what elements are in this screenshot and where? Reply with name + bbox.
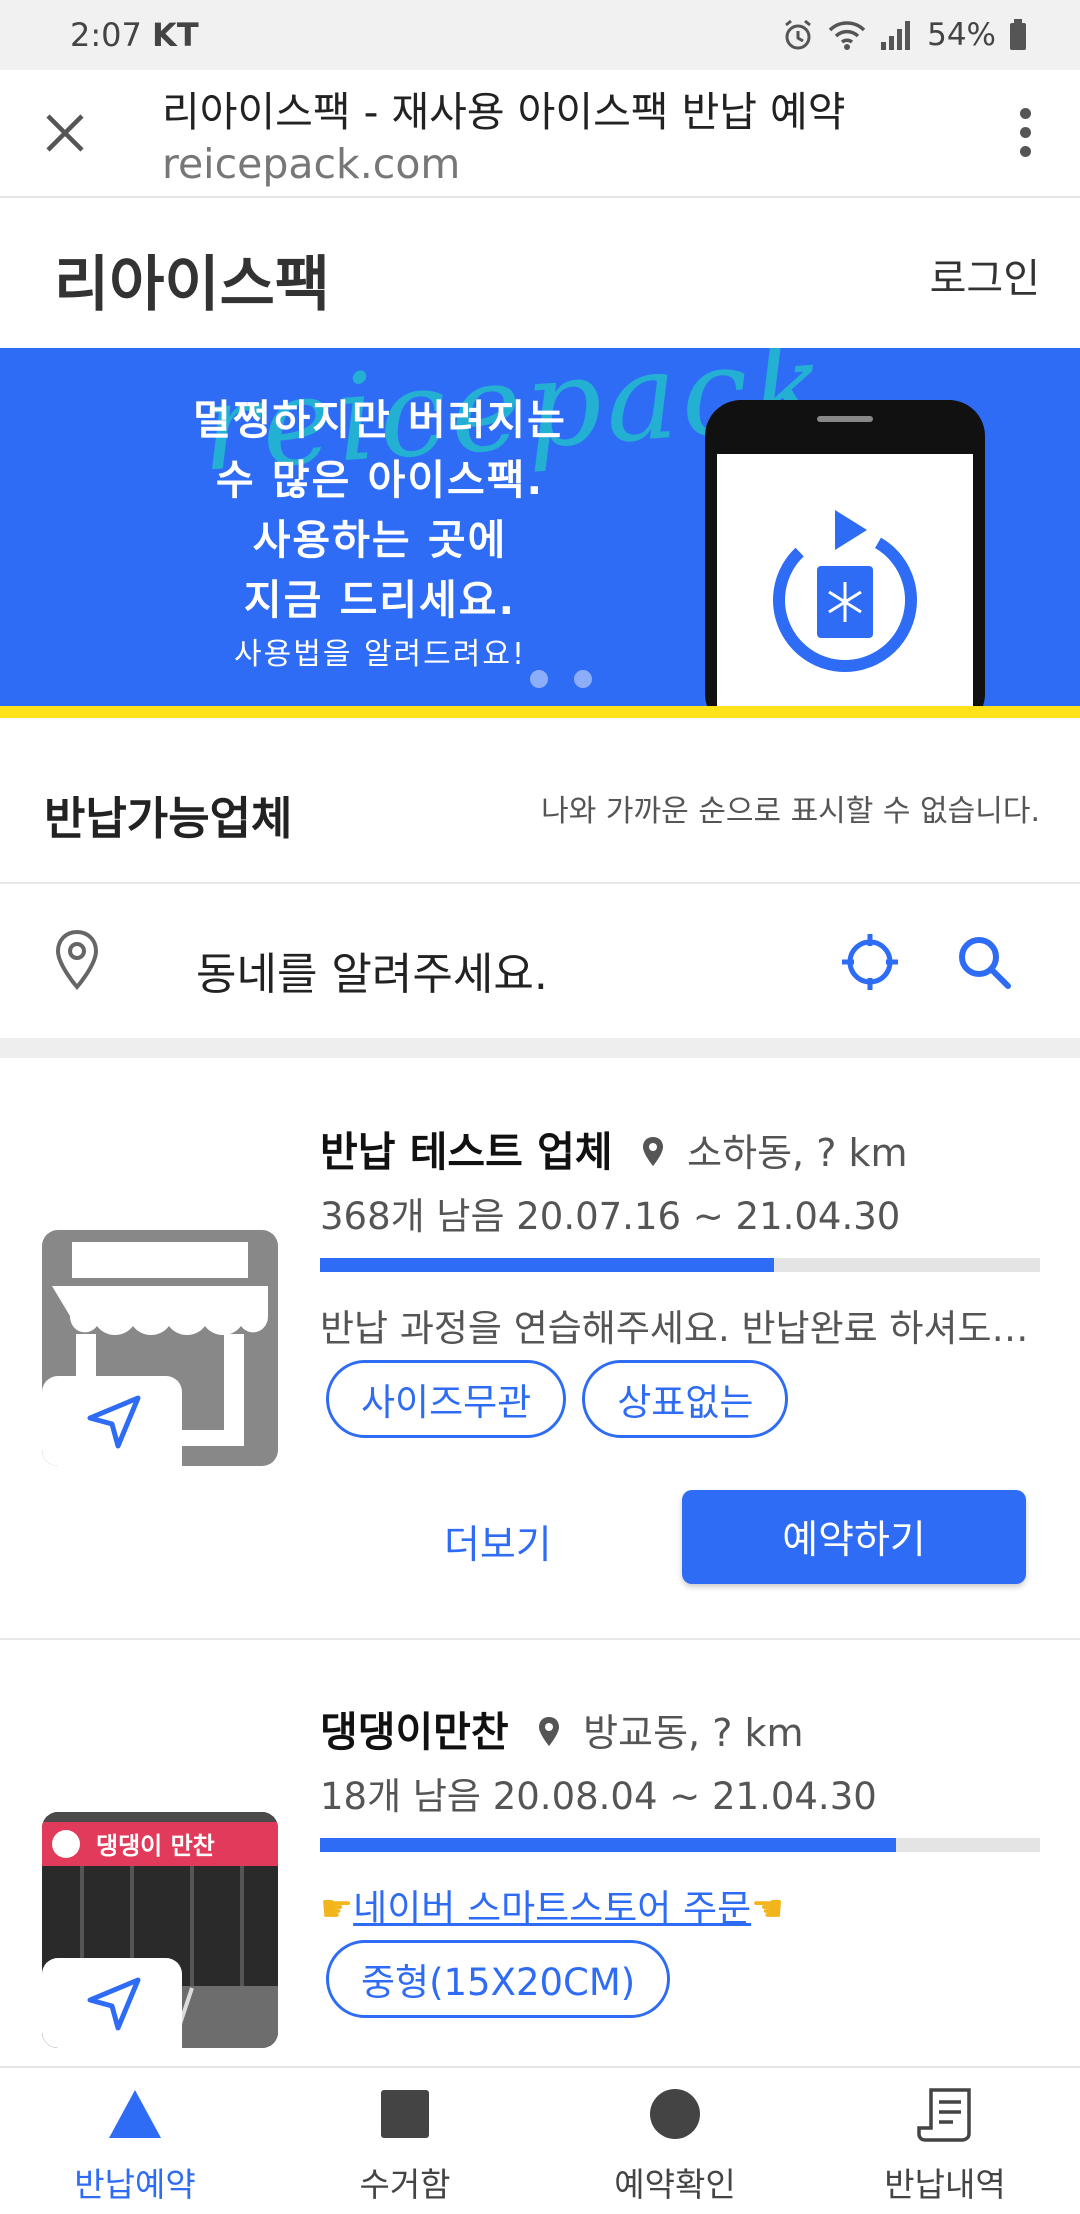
store-description: 반납 과정을 연습해주세요. 반납완료 하셔도… — [320, 1307, 1029, 1350]
store-card: 댕댕이 만찬 댕댕이만찬 방교동, ? km 18개 남음 20.08.04 ~… — [0, 1640, 1080, 2066]
bottom-navigation: 반납예약 수거함 예약확인 반납내역 — [0, 2066, 1080, 2214]
login-link[interactable]: 로그인 — [930, 246, 1040, 304]
circle-icon — [650, 2089, 700, 2139]
stock-info: 368개 남음 20.07.16 ~ 21.04.30 — [320, 1195, 901, 1238]
location-pin-icon — [55, 929, 99, 991]
section-note: 나와 가까운 순으로 표시할 수 없습니다. — [541, 794, 1040, 829]
tag-list: 중형(15X20CM) — [326, 1940, 671, 2018]
stock-info: 18개 남음 20.08.04 ~ 21.04.30 — [320, 1775, 877, 1818]
search-icon[interactable] — [954, 932, 1014, 992]
browser-top-bar: 리아이스팩 - 재사용 아이스팩 반납 예약 reicepack.com — [0, 70, 1080, 198]
more-button[interactable]: 더보기 — [444, 1514, 552, 1570]
banner-text: 멀쩡하지만 버려지는 수 많은 아이스팩. 사용하는 곳에 지금 드리세요. 사… — [193, 396, 567, 672]
tag-chip[interactable]: 사이즈무관 — [326, 1360, 567, 1438]
navigation-arrow-icon — [87, 1977, 141, 2031]
store-name[interactable]: 반납 테스트 업체 소하동, ? km — [320, 1118, 907, 1178]
tag-chip[interactable]: 중형(15X20CM) — [326, 1940, 671, 2018]
pin-icon — [642, 1137, 663, 1166]
store-image[interactable] — [42, 1230, 278, 1466]
store-name[interactable]: 댕댕이만찬 방교동, ? km — [320, 1698, 803, 1758]
more-menu-icon[interactable] — [1010, 108, 1040, 164]
wifi-icon — [828, 21, 866, 50]
section-title: 반납가능업체 — [44, 792, 293, 845]
location-search: 동네를 알려주세요. — [0, 886, 1080, 1038]
phone-illustration — [705, 400, 985, 718]
section-header: 반납가능업체 나와 가까운 순으로 표시할 수 없습니다. — [0, 730, 1080, 884]
store-location: 소하동, ? km — [687, 1131, 908, 1175]
store-location: 방교동, ? km — [583, 1711, 804, 1755]
directions-button[interactable] — [42, 1376, 182, 1466]
nav-reservation-check[interactable]: 예약확인 — [540, 2068, 810, 2214]
receipt-icon — [917, 2088, 971, 2142]
pointing-hand-icon: ☛ — [320, 1887, 354, 1930]
page-title: 리아이스팩 - 재사용 아이스팩 반납 예약 — [162, 88, 846, 136]
signal-icon — [881, 21, 911, 50]
close-icon[interactable] — [40, 108, 90, 158]
status-icons: 54% — [781, 17, 1028, 53]
promo-banner[interactable]: reicepack 멀쩡하지만 버려지는 수 많은 아이스팩. 사용하는 곳에 … — [0, 348, 1080, 718]
triangle-icon — [109, 2090, 161, 2138]
nav-return-reservation[interactable]: 반납예약 — [0, 2068, 270, 2214]
page-url: reicepack.com — [162, 140, 461, 188]
store-sign-text: 댕댕이 만찬 — [96, 1832, 215, 1860]
banner-pagination[interactable] — [530, 670, 592, 688]
current-location-icon[interactable] — [840, 932, 900, 992]
nav-collection-box[interactable]: 수거함 — [270, 2068, 540, 2214]
recycle-icepack-icon — [773, 510, 917, 672]
status-bar: 2:07 KT 54% — [0, 0, 1080, 70]
directions-button[interactable] — [42, 1958, 182, 2048]
pointing-hand-icon: ☛ — [751, 1887, 785, 1930]
stock-progress-bar — [320, 1258, 1040, 1272]
store-image[interactable]: 댕댕이 만찬 — [42, 1812, 278, 2048]
stock-progress-bar — [320, 1838, 1040, 1852]
store-card: 반납 테스트 업체 소하동, ? km 368개 남음 20.07.16 ~ 2… — [0, 1058, 1080, 1638]
site-header: 리아이스팩 로그인 — [0, 198, 1080, 348]
site-logo[interactable]: 리아이스팩 — [54, 236, 330, 323]
battery-percent: 54% — [927, 17, 996, 53]
navigation-arrow-icon — [87, 1395, 141, 1449]
pin-icon — [538, 1717, 559, 1746]
status-time: 2:07 KT — [70, 16, 199, 54]
section-gap — [0, 1038, 1080, 1058]
square-icon — [381, 2090, 429, 2138]
battery-icon — [1010, 19, 1026, 50]
banner-stripe — [0, 706, 1080, 718]
naver-store-link[interactable]: ☛네이버 스마트스토어 주문☛ — [320, 1878, 784, 1932]
tag-list: 사이즈무관 상표없는 — [326, 1360, 789, 1438]
nav-return-history[interactable]: 반납내역 — [810, 2068, 1080, 2214]
tag-chip[interactable]: 상표없는 — [582, 1360, 789, 1438]
alarm-icon — [785, 19, 812, 50]
search-input[interactable]: 동네를 알려주세요. — [196, 938, 548, 1002]
reserve-button[interactable]: 예약하기 — [682, 1490, 1026, 1584]
